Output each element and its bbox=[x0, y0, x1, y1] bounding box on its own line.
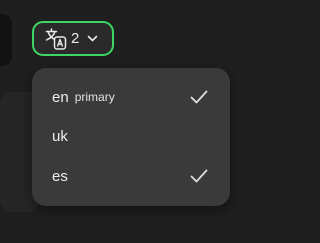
language-code: en bbox=[52, 88, 69, 106]
menu-item-es[interactable]: es bbox=[32, 156, 230, 196]
chevron-down-icon bbox=[88, 35, 98, 42]
menu-item-uk[interactable]: uk bbox=[32, 116, 230, 156]
language-code: es bbox=[52, 167, 68, 185]
language-code: uk bbox=[52, 127, 68, 145]
check-icon bbox=[190, 90, 208, 104]
primary-tag: primary bbox=[74, 90, 115, 104]
menu-item-en[interactable]: en primary bbox=[32, 77, 230, 117]
translate-icon bbox=[45, 27, 67, 50]
check-icon bbox=[190, 169, 208, 183]
selected-language-count: 2 bbox=[71, 30, 80, 47]
language-selector-button[interactable]: 2 bbox=[32, 21, 114, 56]
background-panel-edge bbox=[0, 14, 12, 66]
language-dropdown-menu: en primary uk es bbox=[32, 68, 230, 206]
